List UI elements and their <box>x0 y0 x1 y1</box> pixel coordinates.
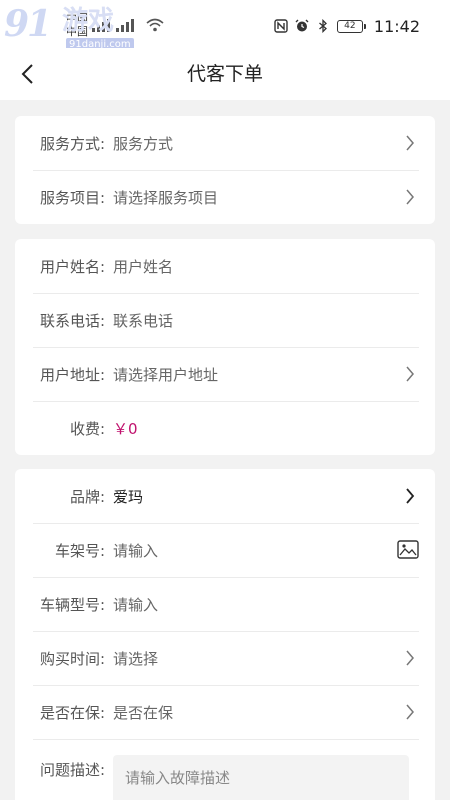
watermark-text: 游戏 <box>62 6 115 36</box>
vehicle-card: 品牌: 爱玛 车架号: 请输入 车辆型号: 请输入 购买时间: 请选择 是否在保… <box>15 469 435 800</box>
model-row: 车辆型号: 请输入 <box>15 577 435 631</box>
battery-icon: 42 <box>336 19 366 33</box>
fee-value: ￥0 <box>113 419 138 438</box>
address-label: 用户地址: <box>39 365 105 384</box>
bluetooth-icon <box>318 19 327 33</box>
image-upload-icon[interactable] <box>397 540 419 560</box>
brand-value: 爱玛 <box>113 487 144 506</box>
service-item-value: 请选择服务项目 <box>113 188 219 207</box>
model-label: 车辆型号: <box>39 595 105 614</box>
site-watermark: 91 游戏 91danji.com <box>4 3 136 51</box>
user-name-row: 用户姓名: 用户姓名 <box>15 239 435 293</box>
chevron-right-icon <box>406 488 415 504</box>
chevron-right-icon <box>406 704 414 720</box>
frame-number-row: 车架号: 请输入 <box>15 523 435 577</box>
user-card: 用户姓名: 用户姓名 联系电话: 联系电话 用户地址: 请选择用户地址 收费: … <box>15 239 435 455</box>
service-item-label: 服务项目: <box>39 188 105 207</box>
service-card: 服务方式: 服务方式 服务项目: 请选择服务项目 <box>15 116 435 224</box>
address-row[interactable]: 用户地址: 请选择用户地址 <box>15 347 435 401</box>
warranty-value: 是否在保 <box>113 703 174 722</box>
wifi-icon <box>146 18 164 32</box>
phone-row: 联系电话: 联系电话 <box>15 293 435 347</box>
description-textarea[interactable]: 请输入故障描述 <box>113 755 409 800</box>
service-method-value: 服务方式 <box>113 134 174 153</box>
frame-number-label: 车架号: <box>54 541 105 560</box>
user-name-label: 用户姓名: <box>39 257 105 276</box>
purchase-date-row[interactable]: 购买时间: 请选择 <box>15 631 435 685</box>
chevron-right-icon <box>406 650 414 666</box>
purchase-date-label: 购买时间: <box>39 649 105 668</box>
navigation-bar: 代客下单 <box>0 48 450 100</box>
nfc-icon <box>274 19 288 33</box>
description-label: 问题描述: <box>39 761 105 779</box>
service-method-row[interactable]: 服务方式: 服务方式 <box>15 116 435 170</box>
chevron-right-icon <box>406 189 414 205</box>
status-icons: 42 11:42 <box>274 16 420 36</box>
address-value: 请选择用户地址 <box>113 365 219 384</box>
chevron-right-icon <box>406 366 414 382</box>
frame-number-input[interactable]: 请输入 <box>113 540 435 561</box>
phone-label: 联系电话: <box>39 311 105 330</box>
watermark-logo: 91 <box>4 3 52 45</box>
page-title: 代客下单 <box>186 63 263 85</box>
alarm-icon <box>295 19 309 32</box>
brand-label: 品牌: <box>69 487 105 506</box>
description-row: 问题描述: 请输入故障描述 <box>15 739 435 800</box>
warranty-row[interactable]: 是否在保: 是否在保 <box>15 685 435 739</box>
purchase-date-value: 请选择 <box>113 649 159 668</box>
warranty-label: 是否在保: <box>39 703 105 722</box>
chevron-right-icon <box>406 135 414 151</box>
fee-row: 收费: ￥0 <box>15 401 435 455</box>
status-time: 11:42 <box>373 16 420 36</box>
brand-row[interactable]: 品牌: 爱玛 <box>15 469 435 523</box>
service-item-row[interactable]: 服务项目: 请选择服务项目 <box>15 170 435 224</box>
user-name-input[interactable]: 用户姓名 <box>113 256 435 277</box>
phone-input[interactable]: 联系电话 <box>113 310 435 331</box>
service-method-label: 服务方式: <box>39 134 105 153</box>
model-input[interactable]: 请输入 <box>113 594 435 615</box>
fee-label: 收费: <box>69 419 105 438</box>
